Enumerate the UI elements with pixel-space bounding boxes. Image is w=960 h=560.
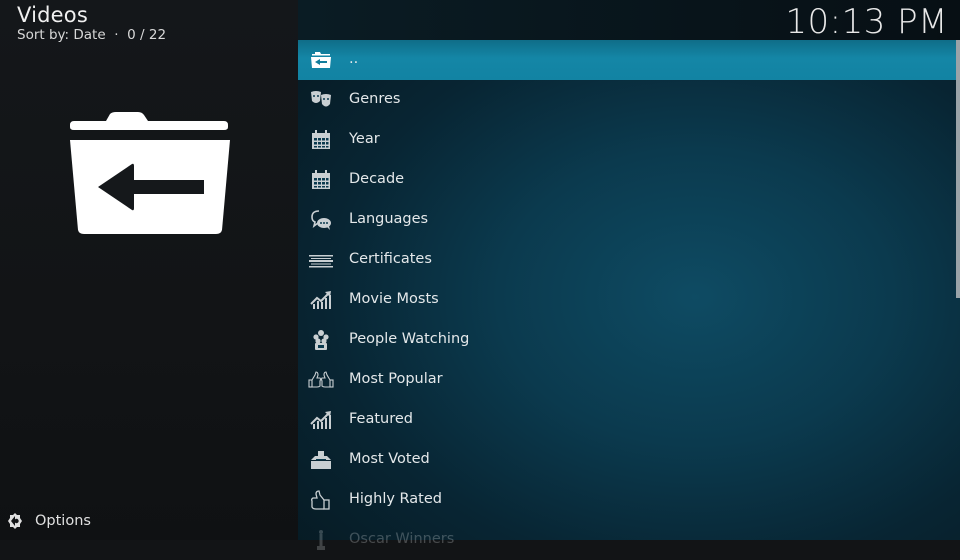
folder-back-icon (311, 52, 331, 68)
options-button[interactable]: Options (6, 510, 91, 532)
list-item-label: People Watching (349, 331, 470, 347)
list-item-most-voted[interactable]: Most Voted (298, 440, 956, 480)
page-title: Videos (17, 3, 88, 27)
list-item-genres[interactable]: Genres (298, 80, 956, 120)
list-item-label: Featured (349, 411, 413, 427)
list-item-oscar-winners[interactable]: Oscar Winners (298, 520, 956, 560)
trophy-icon (317, 530, 325, 550)
list-item-label: Highly Rated (349, 491, 442, 507)
list-item-most-popular[interactable]: Most Popular (298, 360, 956, 400)
trending-chart-icon (310, 411, 331, 429)
thumbs-up-icon (311, 490, 330, 510)
list-item-movie-mosts[interactable]: Movie Mosts (298, 280, 956, 320)
list-item-label: Most Voted (349, 451, 430, 467)
list-item-parent-folder[interactable]: .. (298, 40, 956, 80)
theater-masks-icon (311, 91, 331, 107)
thumbs-up-pair-icon (308, 371, 334, 388)
list-item-highly-rated[interactable]: Highly Rated (298, 480, 956, 520)
separator: · (114, 27, 119, 43)
list-item-label: Certificates (349, 251, 432, 267)
trending-chart-icon (310, 291, 331, 309)
list-item-label: Decade (349, 171, 405, 187)
sort-info: Sort by: Date · 0 / 22 (17, 27, 166, 43)
list-item-label: Most Popular (349, 371, 443, 387)
people-icon (313, 330, 329, 350)
list-item-label: Genres (349, 91, 401, 107)
folder-back-icon (70, 112, 230, 234)
list-item-label: Languages (349, 211, 429, 227)
list-item-label: Year (349, 131, 380, 147)
item-position: 0 / 22 (127, 27, 167, 43)
list-item-people-watching[interactable]: People Watching (298, 320, 956, 360)
speech-bubbles-icon (311, 210, 331, 230)
list-item-languages[interactable]: Languages (298, 200, 956, 240)
list-scrollbar[interactable] (956, 40, 960, 298)
list-item-label: Oscar Winners (349, 531, 455, 547)
list-item-label: .. (349, 51, 359, 67)
calendar-icon (312, 130, 330, 149)
sort-label[interactable]: Sort by: Date (17, 27, 106, 43)
list-item-featured[interactable]: Featured (298, 400, 956, 440)
list-item-year[interactable]: Year (298, 120, 956, 160)
options-icon (8, 513, 22, 529)
clock: 10:13 PM (785, 2, 948, 42)
list-item-label: Movie Mosts (349, 291, 439, 307)
certificate-icon (309, 255, 333, 268)
left-panel (0, 0, 298, 540)
options-label: Options (35, 513, 91, 529)
ballot-box-icon (311, 451, 331, 469)
calendar-icon (312, 170, 330, 189)
list-item-certificates[interactable]: Certificates (298, 240, 956, 280)
list-item-decade[interactable]: Decade (298, 160, 956, 200)
menu-list: .. Genres Year Decade Languages Certific… (298, 40, 956, 560)
